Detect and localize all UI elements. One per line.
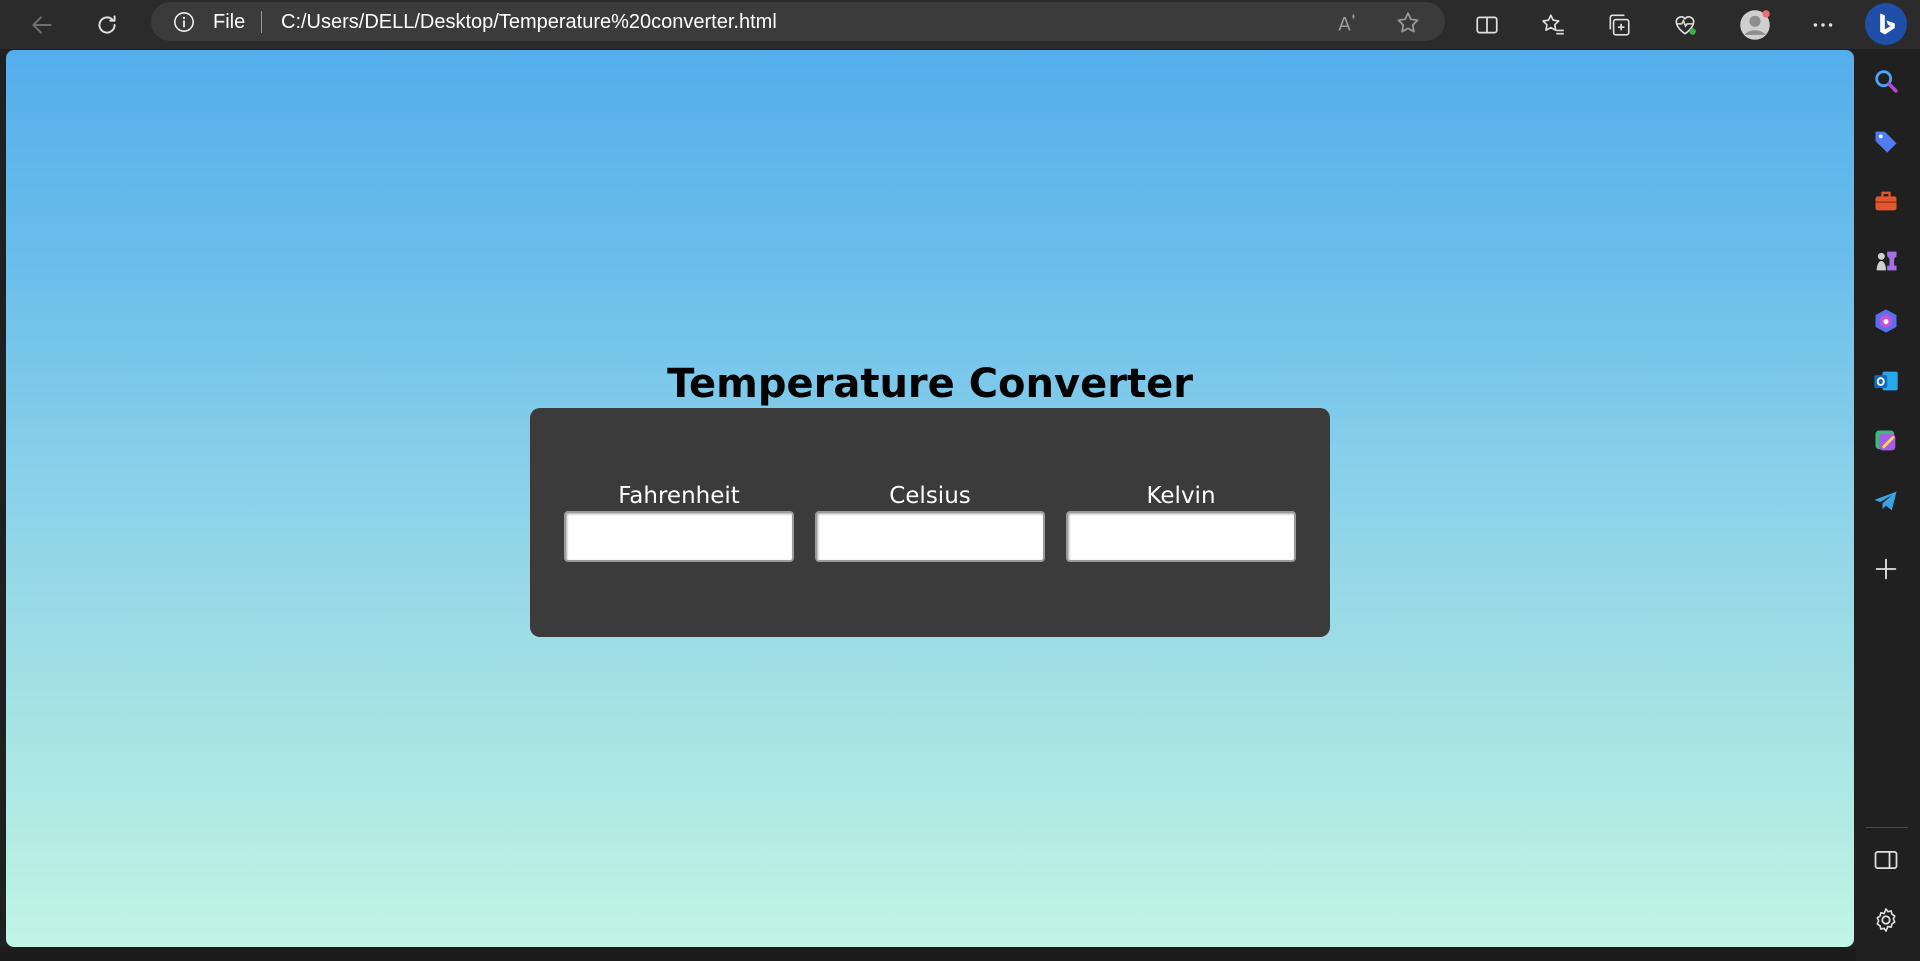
tools-icon — [1875, 191, 1897, 211]
favorites-icon — [1542, 14, 1564, 35]
fahrenheit-field: Fahrenheit — [564, 483, 794, 562]
browser-sidebar — [1856, 49, 1920, 961]
sidebar-settings-button[interactable] — [1871, 905, 1901, 935]
search-icon — [1875, 70, 1898, 93]
bing-copilot-icon — [1880, 13, 1895, 35]
refresh-button[interactable] — [87, 5, 127, 45]
window-bottom-edge — [0, 947, 1856, 961]
back-button[interactable] — [22, 5, 62, 45]
hide-sidebar-button[interactable] — [1871, 845, 1901, 875]
url-text[interactable]: C:/Users/DELL/Desktop/Temperature%20conv… — [281, 11, 777, 33]
celsius-label: Celsius — [889, 483, 971, 509]
address-scheme-label: File — [213, 11, 246, 33]
designer-icon — [1875, 430, 1896, 451]
browser-toolbar: File C:/Users/DELL/Desktop/Temperature%2… — [0, 0, 1920, 49]
sidebar-telegram-button[interactable] — [1871, 486, 1901, 516]
microsoft-365-icon — [1875, 309, 1897, 333]
profile-button[interactable] — [1735, 5, 1775, 45]
celsius-field: Celsius — [815, 483, 1045, 562]
read-aloud-icon[interactable]: A — [1335, 10, 1361, 36]
split-screen-button[interactable] — [1467, 5, 1507, 45]
sidebar-add-button[interactable] — [1871, 554, 1901, 584]
shopping-tag-icon — [1875, 131, 1897, 153]
back-icon — [32, 16, 52, 34]
sidebar-divider — [1866, 827, 1908, 828]
kelvin-label: Kelvin — [1146, 483, 1216, 509]
kelvin-field: Kelvin — [1066, 483, 1296, 562]
converter-card: Fahrenheit Celsius Kelvin — [530, 408, 1330, 637]
browser-essentials-icon — [1675, 16, 1696, 35]
favorite-star-icon[interactable] — [1395, 10, 1421, 36]
page-viewport: Temperature Converter Fahrenheit Celsius… — [6, 50, 1854, 947]
sidebar-shopping-button[interactable] — [1871, 126, 1901, 156]
celsius-input[interactable] — [815, 511, 1045, 562]
fahrenheit-label: Fahrenheit — [618, 483, 740, 509]
sidebar-tools-button[interactable] — [1871, 186, 1901, 216]
more-menu-button[interactable] — [1803, 5, 1843, 45]
split-screen-icon — [1476, 16, 1498, 34]
hide-sidebar-icon — [1874, 850, 1898, 870]
collections-icon — [1609, 14, 1630, 36]
page-title: Temperature Converter — [667, 361, 1193, 407]
collections-button[interactable] — [1599, 5, 1639, 45]
telegram-icon — [1874, 491, 1897, 511]
favorites-button[interactable] — [1533, 5, 1573, 45]
kelvin-input[interactable] — [1066, 511, 1296, 562]
sidebar-search-button[interactable] — [1871, 66, 1901, 96]
browser-essentials-button[interactable] — [1665, 5, 1705, 45]
more-menu-icon — [1813, 23, 1833, 27]
outlook-icon — [1874, 371, 1898, 391]
games-icon — [1876, 251, 1897, 271]
settings-icon — [1876, 908, 1896, 932]
info-icon[interactable] — [173, 11, 195, 33]
sidebar-microsoft365-button[interactable] — [1871, 306, 1901, 336]
profile-avatar-icon — [1740, 10, 1770, 40]
add-icon — [1875, 558, 1897, 580]
sidebar-designer-button[interactable] — [1871, 426, 1901, 456]
sidebar-outlook-button[interactable] — [1871, 366, 1901, 396]
fahrenheit-input[interactable] — [564, 511, 794, 562]
refresh-icon — [98, 15, 116, 34]
svg-text:A: A — [1338, 15, 1351, 36]
address-bar[interactable]: File C:/Users/DELL/Desktop/Temperature%2… — [151, 2, 1445, 41]
sidebar-games-button[interactable] — [1871, 246, 1901, 276]
bing-copilot-button[interactable] — [1862, 0, 1910, 48]
address-separator — [261, 11, 262, 33]
